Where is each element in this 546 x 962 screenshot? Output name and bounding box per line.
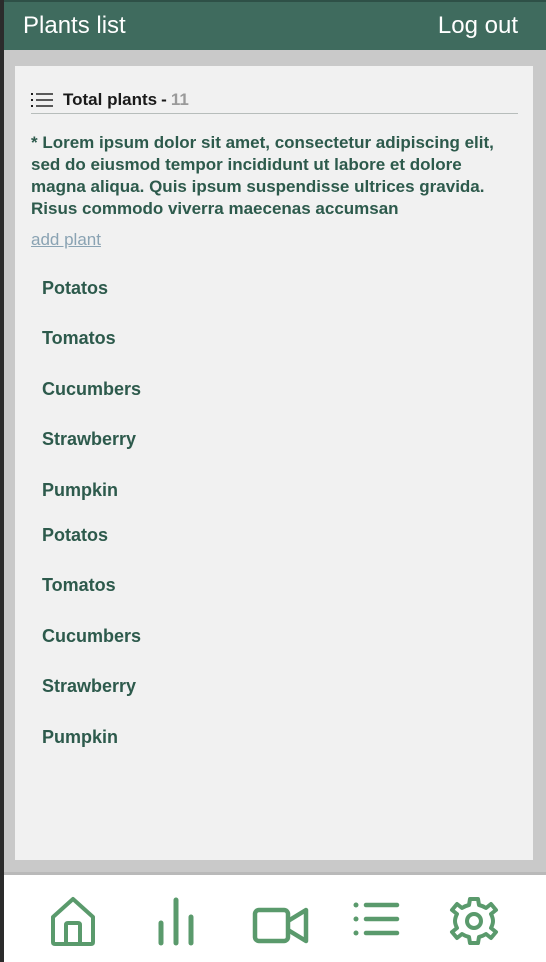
plant-list-item[interactable]: Pumpkin <box>42 480 118 501</box>
nav-settings-button[interactable] <box>448 895 500 947</box>
page-title: Plants list <box>23 12 126 39</box>
list-icon <box>353 902 400 936</box>
plants-card: Total plants - 11 * Lorem ipsum dolor si… <box>15 66 533 860</box>
bottom-navigation <box>4 872 546 962</box>
plant-list-item[interactable]: Cucumbers <box>42 379 141 400</box>
bar-chart-icon <box>158 897 194 946</box>
plant-list-item[interactable]: Strawberry <box>42 676 136 697</box>
nav-list-button[interactable] <box>352 895 400 941</box>
top-bar: Plants list Log out <box>4 0 546 50</box>
video-camera-icon <box>252 907 309 944</box>
list-icon <box>31 93 53 107</box>
plant-list-item[interactable]: Potatos <box>42 278 108 299</box>
plant-list-item[interactable]: Cucumbers <box>42 626 141 647</box>
home-icon <box>51 897 95 946</box>
plants-summary: Total plants - 11 <box>31 90 518 114</box>
nav-video-button[interactable] <box>252 895 310 947</box>
total-plants-separator: - <box>161 90 167 109</box>
total-plants-label: Total plants <box>63 90 158 109</box>
total-plants-count: 11 <box>170 90 189 109</box>
logout-button[interactable]: Log out <box>438 12 518 40</box>
plant-list-item[interactable]: Pumpkin <box>42 727 118 748</box>
plant-list-item[interactable]: Tomatos <box>42 328 116 349</box>
app-frame: Plants list Log out Total plants - 11 * … <box>4 0 546 962</box>
nav-home-button[interactable] <box>49 895 97 947</box>
settings-gear-icon <box>450 897 498 945</box>
plants-description: * Lorem ipsum dolor sit amet, consectetu… <box>31 133 494 218</box>
plant-list-item[interactable]: Tomatos <box>42 575 116 596</box>
plant-list-item[interactable]: Strawberry <box>42 429 136 450</box>
plant-list-item[interactable]: Potatos <box>42 525 108 546</box>
nav-stats-button[interactable] <box>155 895 197 947</box>
add-plant-link[interactable]: add plant <box>31 230 101 250</box>
